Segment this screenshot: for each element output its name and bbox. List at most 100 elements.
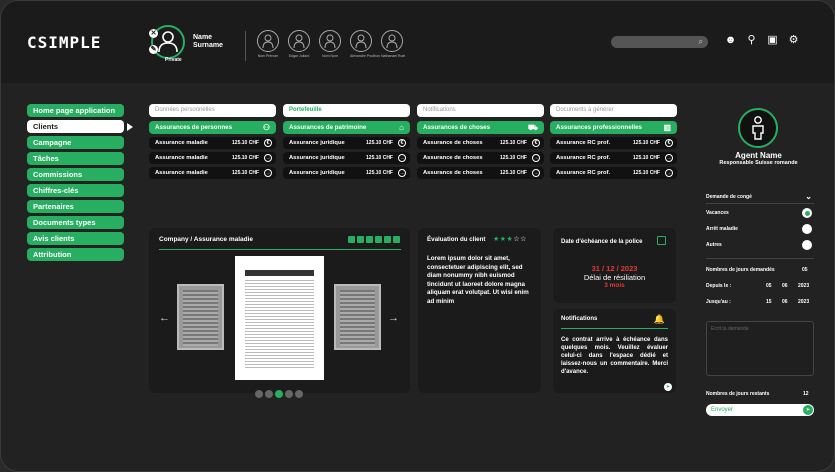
policy-row[interactable]: Assurance juridique 125.10 CHF →	[283, 167, 410, 179]
sidebar-item-chiffres[interactable]: Chiffres-clés	[27, 184, 124, 197]
days-requested-value[interactable]: 05	[802, 267, 808, 273]
policy-row[interactable]: Assurance maladie 125.10 CHF →	[149, 167, 276, 179]
send-icon[interactable]: ➤	[664, 383, 672, 391]
policy-row[interactable]: Assurance juridique 125.10 CHF →	[283, 152, 410, 164]
search-input[interactable]: ⌕	[611, 36, 708, 48]
arrow-right-icon[interactable]: →	[665, 169, 673, 177]
comment-textarea[interactable]: Ecrit ta demande	[706, 321, 814, 376]
next-arrow-icon[interactable]: →	[388, 312, 399, 324]
euro-icon[interactable]: €	[398, 139, 406, 147]
send-button[interactable]: Envoyer ➤	[706, 404, 814, 416]
contact-avatar[interactable]: Alexandre Prudhon	[350, 30, 380, 58]
share-icon[interactable]	[357, 236, 364, 243]
sidebar-item-documents[interactable]: Documents types	[27, 216, 124, 229]
category-header[interactable]: Assurances de personnes ⚇	[149, 121, 276, 134]
agent-avatar[interactable]	[738, 108, 778, 148]
private-badge: Private	[165, 57, 182, 63]
add-user-icon[interactable]: ☻	[724, 34, 737, 47]
document-thumbnail[interactable]	[334, 284, 381, 350]
sidebar-item-partenaires[interactable]: Partenaires	[27, 200, 124, 213]
policy-row[interactable]: Assurance RC prof. 125.10 CHF →	[550, 167, 677, 179]
from-day[interactable]: 05	[766, 283, 772, 289]
page-dot[interactable]	[265, 390, 273, 398]
dropdown-icon[interactable]: ⌄	[805, 192, 812, 202]
category-header[interactable]: Assurances professionnelles ▥	[550, 121, 677, 134]
euro-icon[interactable]: €	[264, 139, 272, 147]
divider	[706, 203, 814, 204]
page-dot-active[interactable]	[275, 390, 283, 398]
prev-arrow-icon[interactable]: ←	[159, 312, 170, 324]
policy-row[interactable]: Assurance maladie 125.10 CHF €	[149, 137, 276, 149]
sidebar-item-attribution[interactable]: Attribution	[27, 248, 124, 261]
leave-request-header[interactable]: Demande de congé ⌄	[706, 192, 814, 202]
option-other[interactable]: Autres	[706, 240, 814, 250]
arrow-right-icon[interactable]: →	[398, 169, 406, 177]
page-dot[interactable]	[295, 390, 303, 398]
sidebar-item-clients[interactable]: Clients	[27, 120, 124, 133]
radio[interactable]	[802, 240, 812, 250]
policy-row[interactable]: Assurance de choses 125.10 CHF €	[417, 137, 544, 149]
arrow-right-icon[interactable]: →	[264, 169, 272, 177]
category-header[interactable]: Assurances de patrimoine ⌂	[283, 121, 410, 134]
policy-row[interactable]: Assurance maladie 125.10 CHF →	[149, 152, 276, 164]
policy-row[interactable]: Assurance de choses 125.10 CHF →	[417, 152, 544, 164]
tab-documents[interactable]: Documents à générer	[550, 104, 677, 117]
arrow-right-icon[interactable]: →	[532, 169, 540, 177]
to-day[interactable]: 15	[766, 299, 772, 305]
category-header[interactable]: Assurances de choses ⛟	[417, 121, 544, 134]
policy-row[interactable]: Assurance de choses 125.10 CHF →	[417, 167, 544, 179]
sidebar-item-campagne[interactable]: Campagne	[27, 136, 124, 149]
contact-avatar[interactable]: Nom Nom	[319, 30, 341, 58]
edit-icon[interactable]	[375, 236, 382, 243]
search-icon[interactable]: ⌕	[699, 37, 703, 47]
contact-avatar[interactable]: Nom Prénom	[257, 30, 279, 58]
calendar-icon[interactable]	[657, 236, 666, 245]
user-profile[interactable]: ✕ ✎ Name Surname	[149, 25, 223, 59]
document-thumbnail[interactable]	[177, 284, 224, 350]
send-icon[interactable]: ➤	[803, 405, 813, 415]
from-month[interactable]: 06	[782, 283, 788, 289]
arrow-right-icon[interactable]: →	[264, 154, 272, 162]
save-icon[interactable]: ▣	[766, 34, 779, 47]
to-year[interactable]: 2023	[798, 299, 809, 305]
euro-icon[interactable]: €	[532, 139, 540, 147]
radio[interactable]	[802, 224, 812, 234]
print-icon[interactable]	[384, 236, 391, 243]
sidebar-item-commissions[interactable]: Commissions	[27, 168, 124, 181]
contact-avatar[interactable]: Edgar Juliard	[288, 30, 310, 58]
tab-notifications[interactable]: Notifications	[417, 104, 544, 117]
close-icon[interactable]: ✕	[149, 29, 158, 38]
to-month[interactable]: 06	[782, 299, 788, 305]
document-page[interactable]	[235, 256, 324, 380]
arrow-right-icon[interactable]: →	[398, 154, 406, 162]
edit-icon[interactable]: ✎	[149, 45, 158, 54]
delete-icon[interactable]	[393, 236, 400, 243]
arrow-right-icon[interactable]: →	[665, 154, 673, 162]
filter-icon[interactable]: ⚲	[745, 34, 758, 47]
radio-selected[interactable]	[802, 208, 812, 218]
mail-icon[interactable]	[366, 236, 373, 243]
user-avatar[interactable]: ✕ ✎	[149, 25, 185, 59]
tab-portfolio[interactable]: Portefeuille	[283, 104, 410, 117]
policy-row[interactable]: Assurance RC prof. 125.10 CHF €	[550, 137, 677, 149]
contact-avatar[interactable]: Nathanael Ruel	[381, 30, 405, 58]
sidebar-item-avis[interactable]: Avis clients	[27, 232, 124, 245]
gear-icon[interactable]: ⚙	[787, 34, 800, 47]
sidebar-item-taches[interactable]: Tâches	[27, 152, 124, 165]
sidebar-item-home[interactable]: Home page application	[27, 104, 124, 117]
arrow-right-icon[interactable]: →	[532, 154, 540, 162]
from-year[interactable]: 2023	[798, 283, 809, 289]
policy-row[interactable]: Assurance RC prof. 125.10 CHF →	[550, 152, 677, 164]
option-sick-leave[interactable]: Arrêt maladie	[706, 224, 814, 234]
policy-row[interactable]: Assurance juridique 125.10 CHF €	[283, 137, 410, 149]
option-vacances[interactable]: Vacances	[706, 208, 814, 218]
download-icon[interactable]	[348, 236, 355, 243]
bell-icon[interactable]: 🔔	[654, 314, 665, 325]
euro-icon[interactable]: €	[665, 139, 673, 147]
star-rating[interactable]: ★★★☆☆	[493, 235, 527, 243]
page-dot[interactable]	[285, 390, 293, 398]
tab-personal-data[interactable]: Données personnelles	[149, 104, 276, 117]
days-requested-row: Nombres de jours demandés	[706, 267, 775, 273]
page-dot[interactable]	[255, 390, 263, 398]
user-icon	[158, 31, 178, 53]
